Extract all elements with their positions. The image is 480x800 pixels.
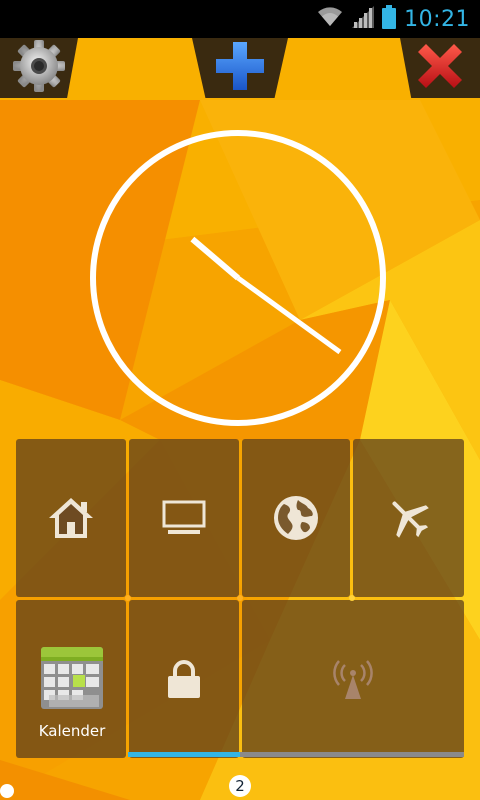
globe-icon [272, 494, 320, 542]
progress-fill [128, 752, 240, 757]
clock-minute-hand [236, 275, 342, 355]
toggle-calendar[interactable]: Kalender [16, 600, 126, 758]
clock-hour-hand [190, 236, 240, 281]
indicator-dot [349, 595, 355, 601]
home-icon [47, 496, 95, 540]
indicator-dot [237, 595, 243, 601]
hotspot-icon [331, 657, 375, 701]
add-button[interactable] [192, 38, 288, 98]
wifi-icon [316, 6, 344, 32]
status-time: 10:21 [404, 6, 470, 32]
signal-icon [352, 6, 375, 32]
calendar-label: Kalender [38, 722, 106, 740]
toggle-airplane[interactable] [353, 439, 464, 597]
airplane-icon [386, 495, 432, 541]
settings-button[interactable] [0, 38, 78, 98]
battery-icon [382, 5, 397, 33]
toggle-lock[interactable] [129, 600, 239, 758]
toggle-screen[interactable] [129, 439, 239, 597]
close-icon [414, 40, 466, 96]
toggle-hotspot[interactable] [242, 600, 464, 758]
monitor-icon [162, 500, 206, 536]
indicator-dot [125, 595, 131, 601]
toggle-home[interactable] [16, 439, 126, 597]
toggle-internet[interactable] [242, 439, 350, 597]
page-indicator[interactable]: 2 [229, 775, 251, 797]
plus-icon [214, 40, 266, 96]
lock-icon [167, 659, 201, 699]
close-button[interactable] [400, 38, 480, 98]
calendar-icon [41, 647, 103, 709]
gear-icon [12, 39, 66, 97]
status-bar: 10:21 [0, 0, 480, 38]
analog-clock[interactable] [88, 128, 388, 428]
corner-handle[interactable] [0, 784, 14, 798]
progress-track [240, 752, 464, 757]
